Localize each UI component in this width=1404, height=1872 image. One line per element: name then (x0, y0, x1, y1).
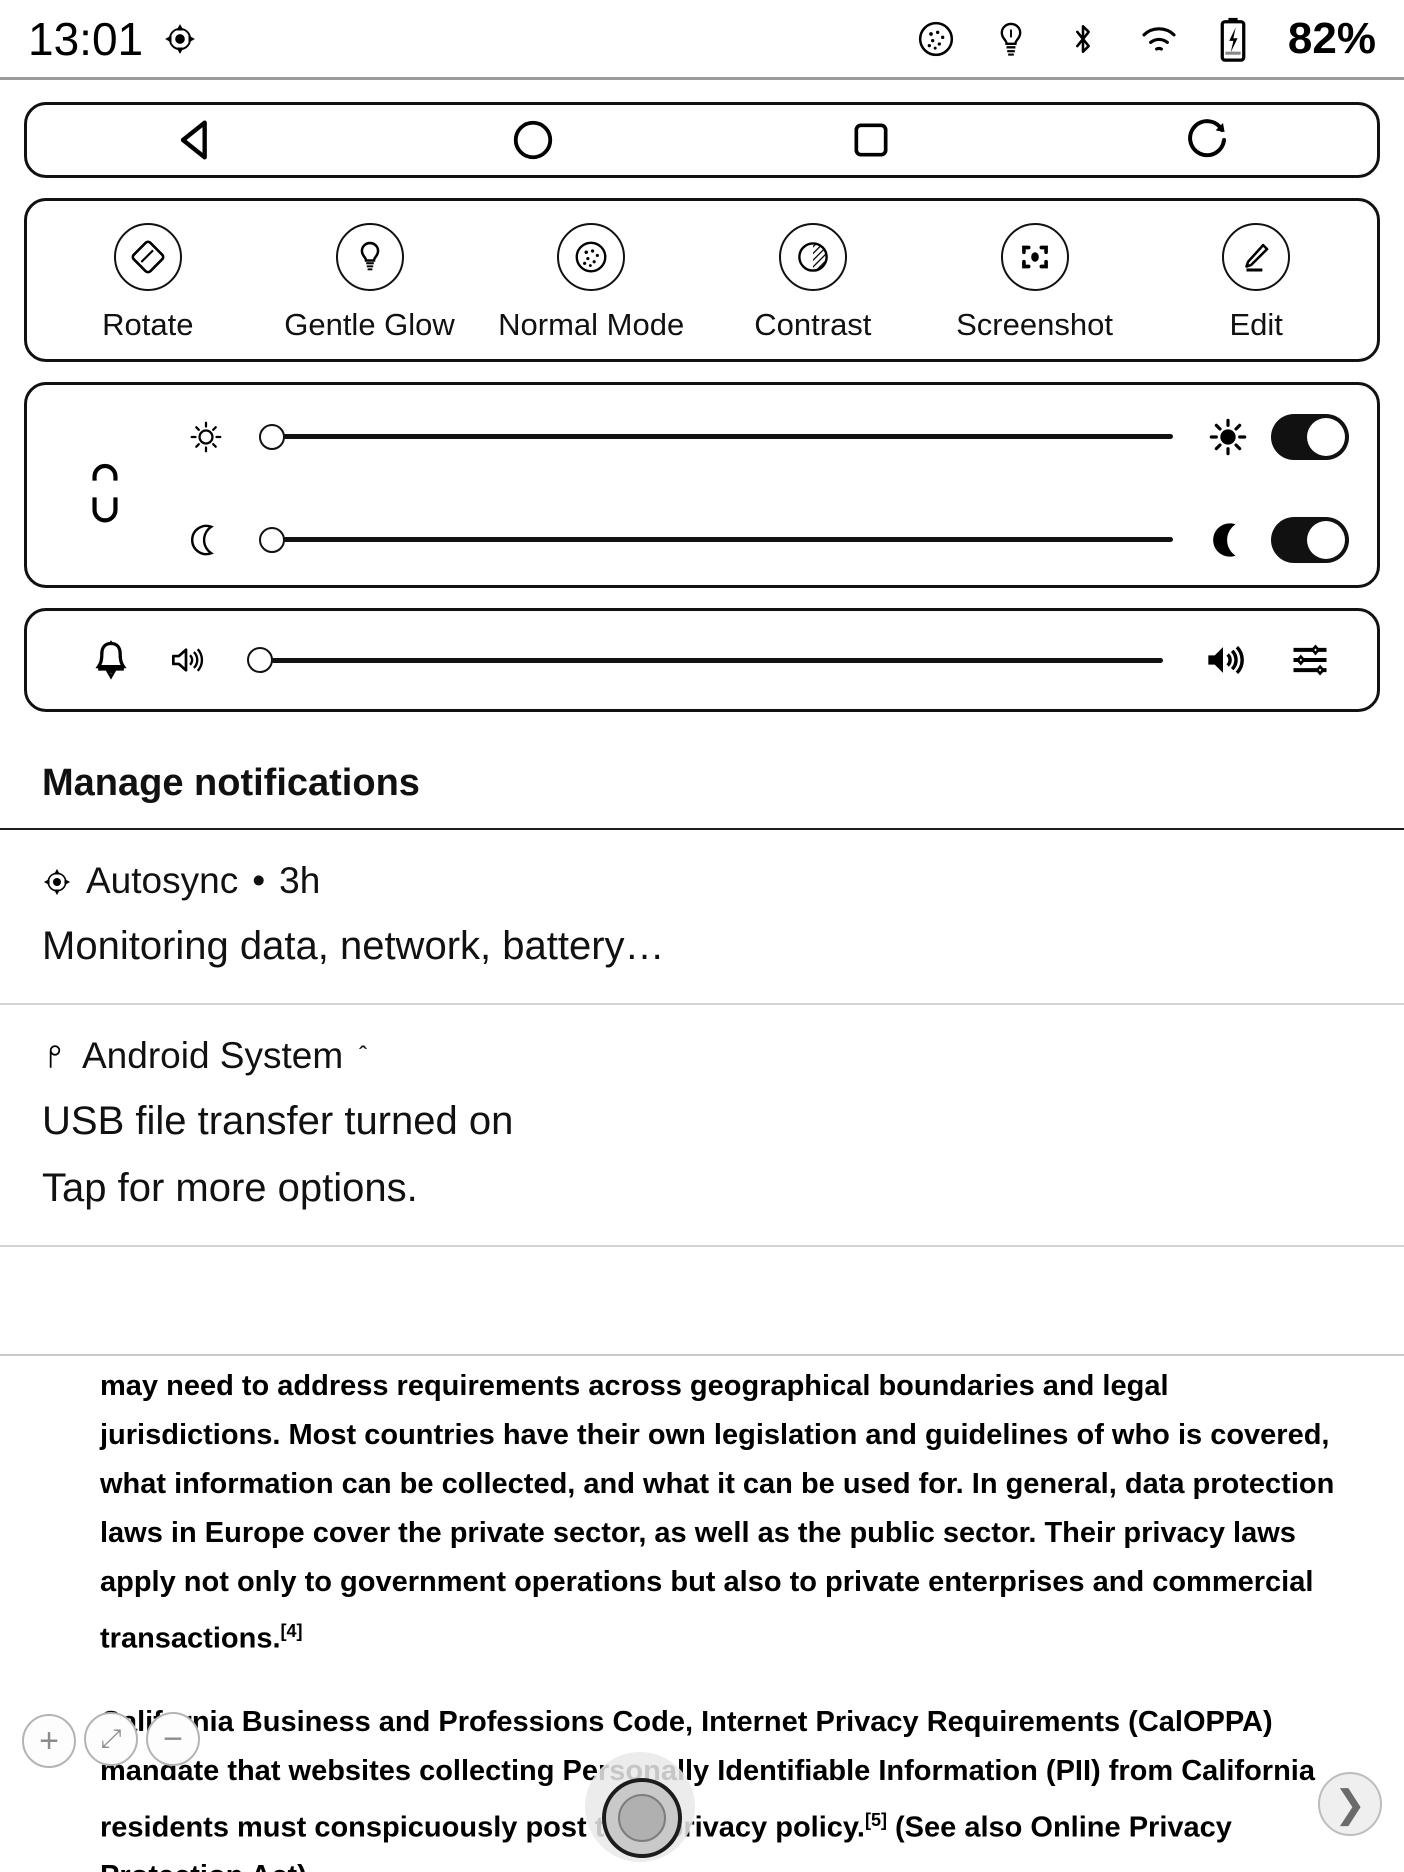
notification-autosync-app: Autosync (86, 860, 239, 901)
fullscreen-expand-button[interactable]: ⤢ (84, 1712, 138, 1766)
notification-autosync-separator: • (252, 860, 266, 901)
notification-autosync-line-1: Monitoring data, network, battery… (42, 924, 665, 968)
status-bar-right: 82% (916, 14, 1376, 64)
quick-action-screenshot-label: Screenshot (956, 307, 1113, 342)
reader-page-knob[interactable] (602, 1778, 682, 1858)
quick-action-screenshot[interactable]: Screenshot (924, 223, 1146, 343)
notification-android-system-header: Android System ˆ (42, 1035, 1362, 1077)
warm-light-slider[interactable] (237, 526, 1185, 553)
cold-light-slider[interactable] (237, 423, 1185, 450)
cold-light-toggle-thumb (1307, 417, 1345, 456)
pencil-icon (1222, 223, 1291, 291)
sync-icon (42, 860, 72, 902)
zoom-in-button[interactable]: + (22, 1714, 76, 1768)
quick-action-rotate-label: Rotate (102, 307, 194, 342)
reader-body-text: may need to address requirements across … (100, 1362, 1350, 1872)
gentle-glow-bulb-icon (992, 20, 1030, 58)
volume-low-icon (147, 641, 225, 679)
cold-light-slider-row (27, 385, 1377, 488)
next-page-button[interactable]: ❯ (1318, 1772, 1382, 1836)
warm-light-slider-knob[interactable] (259, 526, 285, 553)
manage-notifications-row[interactable]: Manage notifications (0, 738, 1404, 830)
status-bar-left: 13:01 (28, 12, 197, 66)
home-button[interactable] (365, 105, 703, 175)
quick-action-contrast-label: Contrast (754, 307, 872, 342)
quick-action-normal-mode[interactable]: Normal Mode (480, 223, 702, 343)
notification-autosync[interactable]: Autosync • 3h Monitoring data, network, … (0, 830, 1404, 1005)
reader-ref-5: [5] (864, 1809, 887, 1830)
bluetooth-icon (1066, 19, 1100, 59)
quick-action-gentle-glow-label: Gentle Glow (284, 307, 455, 342)
rotate-icon (113, 223, 182, 291)
bulb-icon (335, 223, 404, 291)
warm-light-toggle-thumb (1307, 520, 1345, 559)
chevron-up-icon[interactable]: ˆ (359, 1042, 367, 1070)
notification-android-system[interactable]: Android System ˆ USB file transfer turne… (0, 1005, 1404, 1247)
sound-settings-sliders-icon[interactable] (1271, 638, 1349, 682)
zoom-out-button[interactable]: − (146, 1712, 200, 1766)
notification-android-system-app: Android System (82, 1035, 344, 1076)
moon-filled-icon (1185, 520, 1271, 560)
quick-action-contrast[interactable]: Contrast (702, 223, 924, 343)
notification-autosync-header: Autosync • 3h (42, 860, 1362, 902)
quick-action-rotate[interactable]: Rotate (37, 223, 259, 343)
refresh-button[interactable] (1040, 105, 1378, 175)
quick-action-edit-label: Edit (1229, 307, 1283, 342)
cold-light-toggle[interactable] (1271, 413, 1349, 460)
reader-paragraph-1: may need to address requirements across … (100, 1362, 1350, 1664)
dither-dots-icon (557, 223, 626, 291)
warm-light-toggle[interactable] (1271, 516, 1349, 563)
notification-android-system-line-1: USB file transfer turned on (42, 1099, 514, 1143)
notification-autosync-time: 3h (279, 860, 321, 901)
quick-action-edit[interactable]: Edit (1145, 223, 1367, 343)
quick-action-gentle-glow[interactable]: Gentle Glow (259, 223, 481, 343)
wifi-icon (1136, 19, 1182, 59)
status-clock: 13:01 (28, 12, 144, 65)
volume-high-icon (1175, 638, 1271, 682)
reader-paragraph-1-text: may need to address requirements across … (100, 1370, 1335, 1655)
reader-page-knob-inner (618, 1794, 666, 1842)
sun-outline-icon (175, 419, 237, 455)
warm-light-slider-row (27, 488, 1377, 591)
reader-paragraph-2: California Business and Professions Code… (100, 1698, 1350, 1872)
dark-mode-dots-icon (916, 19, 956, 59)
notification-android-system-line-2: Tap for more options. (42, 1166, 418, 1210)
battery-charging-icon (1218, 16, 1248, 62)
cold-light-slider-track[interactable] (283, 434, 1173, 439)
contrast-icon (778, 223, 847, 291)
back-button[interactable] (27, 105, 365, 175)
volume-slider-track[interactable] (271, 657, 1163, 663)
navigation-bar-panel (24, 102, 1380, 178)
status-bar: 13:01 82% (0, 0, 1404, 80)
sync-icon (163, 22, 197, 56)
quick-actions-panel: Rotate Gentle Glow Normal Mode Contrast … (24, 198, 1380, 362)
moon-outline-icon (175, 522, 237, 558)
sun-filled-icon (1185, 417, 1271, 457)
recents-button[interactable] (702, 105, 1040, 175)
volume-slider[interactable] (225, 647, 1175, 673)
quick-action-normal-mode-label: Normal Mode (498, 307, 685, 342)
battery-percent-label: 82% (1287, 13, 1376, 63)
volume-slider-knob[interactable] (247, 647, 273, 673)
manage-notifications-label: Manage notifications (42, 761, 420, 804)
cold-light-slider-knob[interactable] (259, 423, 285, 450)
volume-panel (24, 608, 1380, 712)
android-system-icon (42, 1035, 68, 1077)
warm-light-slider-track[interactable] (283, 537, 1173, 542)
reader-ref-4: [4] (280, 1621, 303, 1641)
screenshot-frame-icon (1000, 223, 1069, 291)
quick-settings-shade: 13:01 82% Rotate Gentle Glow Normal Mode… (0, 0, 1404, 1356)
frontlight-panel (24, 382, 1380, 588)
bell-icon[interactable] (75, 635, 147, 685)
frontlight-lamp-icon (75, 459, 135, 523)
